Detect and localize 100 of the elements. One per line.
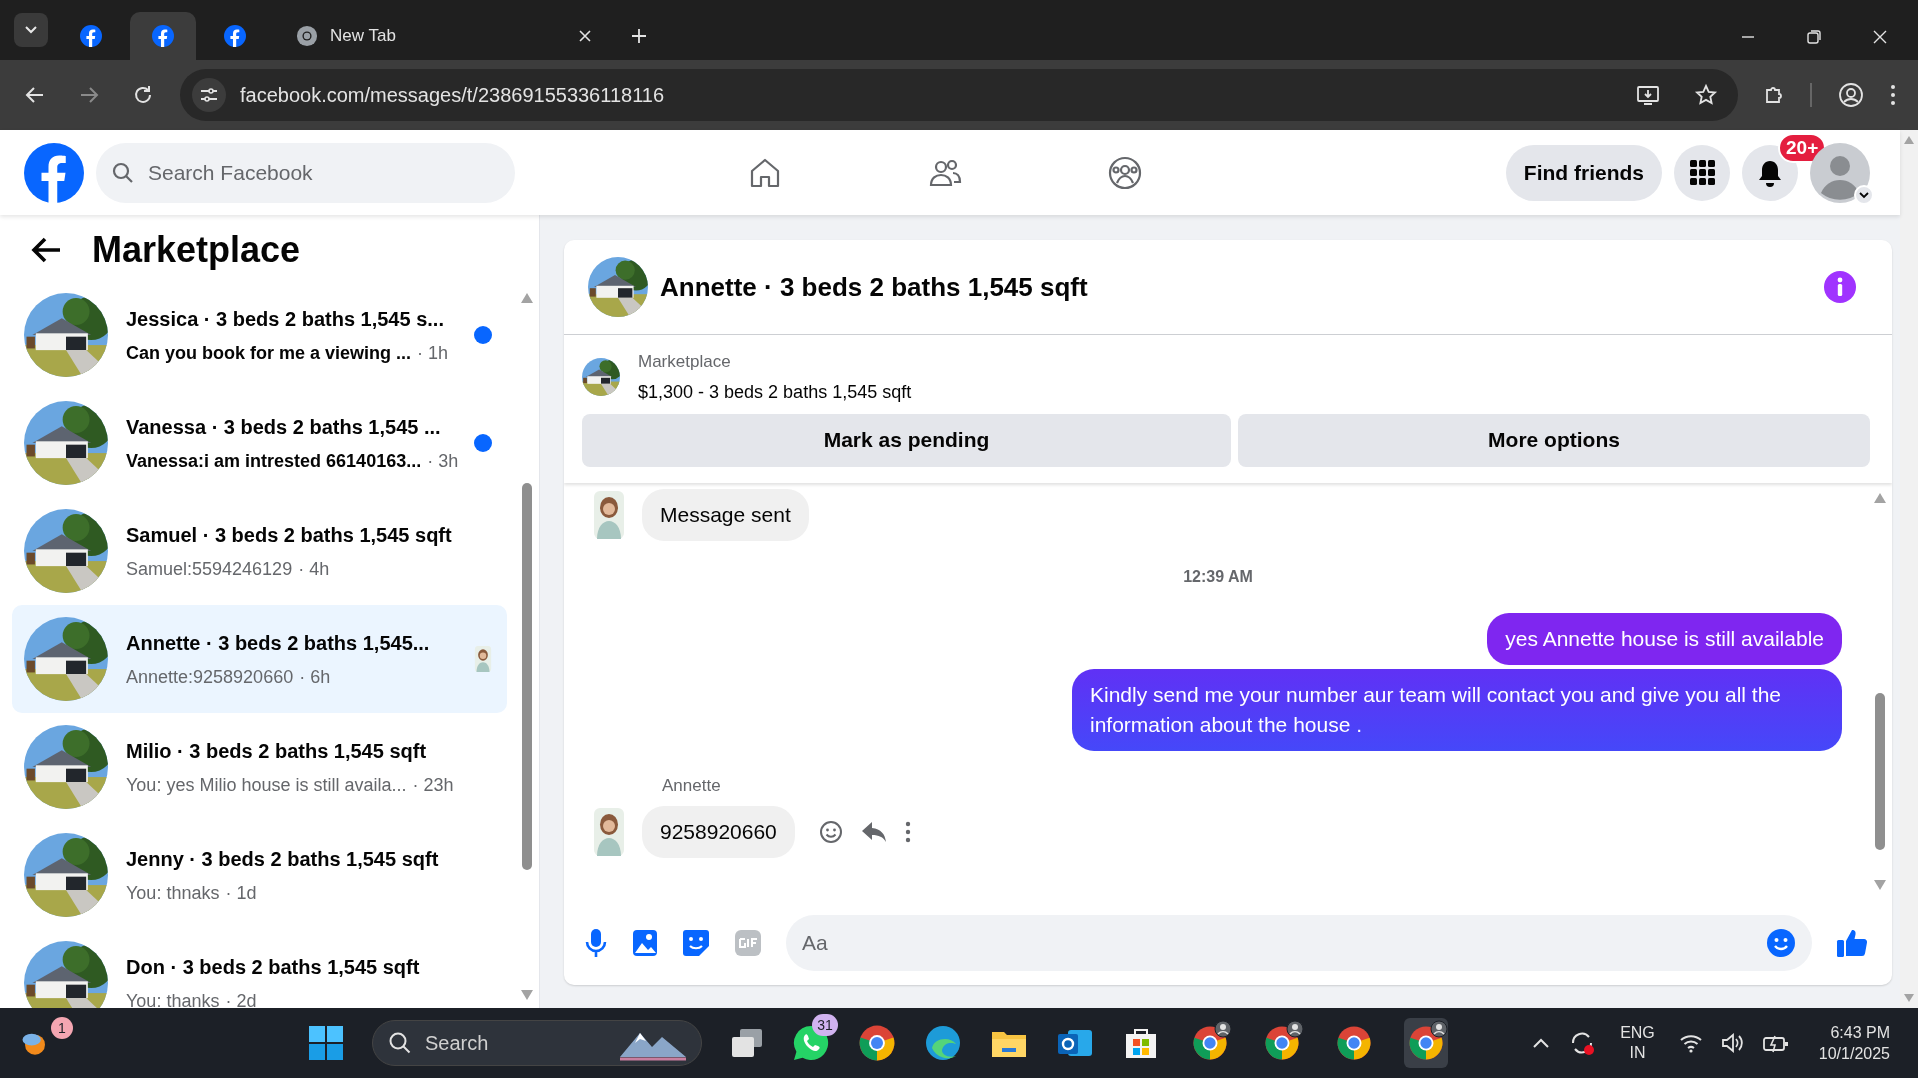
profile-icon xyxy=(1214,1020,1232,1038)
message-input[interactable]: Aa xyxy=(786,914,1812,971)
site-settings-icon[interactable] xyxy=(192,78,226,112)
bookmark-star-icon[interactable] xyxy=(1694,83,1718,107)
conversation-item[interactable]: Jessica · 3 beds 2 baths 1,545 s... Can you book for me a viewing ... · 1h xyxy=(12,281,507,389)
emoji-icon[interactable] xyxy=(1766,927,1796,958)
browser-tab[interactable] xyxy=(130,12,196,60)
message-timestamp: 12:39 AM xyxy=(1183,566,1253,587)
message-time: · 3h xyxy=(427,449,459,473)
message-preview: You: yes Milio house is still availa... xyxy=(126,773,407,797)
task-view-icon[interactable] xyxy=(730,1026,764,1060)
facebook-icon xyxy=(224,25,246,47)
action-button[interactable]: Mark as pending xyxy=(582,413,1231,467)
photo-icon[interactable] xyxy=(632,928,658,957)
conversation-item[interactable]: Milio · 3 beds 2 baths 1,545 sqft You: yes Milio house is still availa... · 23h xyxy=(12,713,507,821)
message-preview: Can you book for me a viewing ... xyxy=(126,341,412,365)
conversation-title: Annette · 3 beds 2 baths 1,545... xyxy=(126,630,431,656)
chrome-icon xyxy=(296,25,318,47)
sent-message: yes Annette house is still available xyxy=(1487,612,1842,665)
received-message: 9258920660 xyxy=(642,806,795,858)
address-bar[interactable]: facebook.com/messages/t/23869155336118116 xyxy=(180,69,1738,121)
bell-icon xyxy=(1757,158,1783,187)
chevron-up-icon[interactable] xyxy=(1532,1037,1551,1049)
conversation-title: Samuel · 3 beds 2 baths 1,545 sqft xyxy=(126,522,453,548)
clock-date[interactable]: 10/1/2025 xyxy=(1818,1043,1890,1064)
wifi-icon[interactable] xyxy=(1678,1033,1703,1053)
facebook-logo[interactable] xyxy=(24,142,84,203)
sent-message: Kindly send me your number aur team will contact you and give you all the information about the house . xyxy=(1072,668,1842,751)
conversation-title: Vanessa · 3 beds 2 baths 1,545 ... xyxy=(126,414,442,440)
search-field[interactable]: Search Facebook xyxy=(96,142,515,203)
message-preview: You: thnaks xyxy=(126,881,220,905)
sender-avatar xyxy=(594,808,624,856)
profile-icon xyxy=(1286,1020,1304,1038)
tab-list-button[interactable] xyxy=(14,13,48,47)
language-indicator[interactable]: ENG xyxy=(1620,1023,1655,1043)
region-indicator[interactable]: IN xyxy=(1629,1043,1646,1063)
sticker-icon[interactable] xyxy=(682,928,710,957)
clock-time[interactable]: 6:43 PM xyxy=(1830,1022,1890,1043)
message-preview: Vanessa:i am intrested 66140163... xyxy=(126,449,422,473)
reload-icon[interactable] xyxy=(132,84,154,106)
notification-badge: 20+ xyxy=(1778,132,1827,163)
sender-avatar xyxy=(594,490,624,539)
more-icon[interactable] xyxy=(1890,84,1896,106)
microphone-icon[interactable] xyxy=(584,927,608,958)
info-icon[interactable] xyxy=(1824,271,1856,303)
notification-badge: 31 xyxy=(812,1014,838,1036)
chrome-icon[interactable] xyxy=(1336,1025,1372,1061)
message-time: · 4h xyxy=(298,557,330,581)
conversation-title: Don · 3 beds 2 baths 1,545 sqft xyxy=(126,954,421,980)
chat-title: Annette · 3 beds 2 baths 1,545 sqft xyxy=(660,270,1089,304)
emoji-react-icon[interactable] xyxy=(818,820,843,844)
install-icon[interactable] xyxy=(1636,83,1660,107)
back-arrow-icon[interactable] xyxy=(30,236,62,264)
windows-start-icon[interactable] xyxy=(308,1025,344,1061)
conversation-item[interactable]: Annette · 3 beds 2 baths 1,545... Annette:9258920660 · 6h xyxy=(12,605,507,713)
listing-price: $1,300 - 3 beds 2 baths 1,545 sqft xyxy=(638,380,912,404)
browser-globe-icon[interactable] xyxy=(924,1024,962,1062)
profile-icon[interactable] xyxy=(1838,82,1864,108)
message-time: · 1h xyxy=(417,341,449,365)
conversation-title: Milio · 3 beds 2 baths 1,545 sqft xyxy=(126,738,428,764)
groups-icon[interactable] xyxy=(1107,154,1143,191)
received-message: Message sent xyxy=(642,488,809,541)
listing-label: Marketplace xyxy=(638,351,732,373)
url-text: facebook.com/messages/t/23869155336118116 xyxy=(240,83,665,108)
message-time: · 23h xyxy=(412,773,454,797)
message-preview: You: thanks xyxy=(126,989,220,1008)
find-friends-button[interactable]: Find friends xyxy=(1505,144,1662,201)
message-time: · 1d xyxy=(225,881,257,905)
taskbar-search[interactable]: Search xyxy=(372,1020,702,1066)
facebook-icon xyxy=(152,25,174,47)
facebook-icon xyxy=(80,25,102,47)
close-icon[interactable] xyxy=(578,29,592,43)
restore-icon[interactable] xyxy=(1806,29,1822,45)
search-icon xyxy=(112,161,134,184)
message-preview: Annette:9258920660 xyxy=(126,665,294,689)
scrollbar-thumb[interactable] xyxy=(1875,692,1885,850)
battery-icon[interactable] xyxy=(1762,1033,1789,1053)
conversation-item[interactable]: Vanessa · 3 beds 2 baths 1,545 ... Vanessa:i am intrested 66140163... · 3h xyxy=(12,389,507,497)
message-time: · 6h xyxy=(299,665,331,689)
sender-name: Annette xyxy=(662,774,722,797)
new-tab-icon[interactable] xyxy=(630,27,648,45)
close-icon[interactable] xyxy=(1872,29,1888,45)
chrome-icon[interactable] xyxy=(858,1024,896,1062)
caret-icon[interactable] xyxy=(1854,184,1874,205)
notification-badge: 1 xyxy=(51,1017,73,1039)
more-icon[interactable] xyxy=(904,821,911,843)
profile-icon xyxy=(1430,1020,1448,1038)
message-preview: Samuel:5594246129 xyxy=(126,557,293,581)
search-icon xyxy=(388,1031,412,1055)
conversation-item[interactable]: Samuel · 3 beds 2 baths 1,545 sqft Samuel:5594246129 · 4h xyxy=(12,497,507,605)
action-button[interactable]: More options xyxy=(1238,413,1870,467)
sidebar-title: Marketplace xyxy=(92,228,301,272)
browser-tab[interactable]: New Tab xyxy=(274,12,614,60)
message-time: · 2d xyxy=(225,989,257,1008)
scrollbar-thumb[interactable] xyxy=(522,483,532,870)
volume-icon[interactable] xyxy=(1720,1033,1745,1053)
conversation-item[interactable]: Jenny · 3 beds 2 baths 1,545 sqft You: thnaks · 1d xyxy=(12,821,507,929)
grid-icon xyxy=(1689,160,1715,185)
conversation-title: Jenny · 3 beds 2 baths 1,545 sqft xyxy=(126,846,440,872)
reply-icon[interactable] xyxy=(860,821,887,843)
